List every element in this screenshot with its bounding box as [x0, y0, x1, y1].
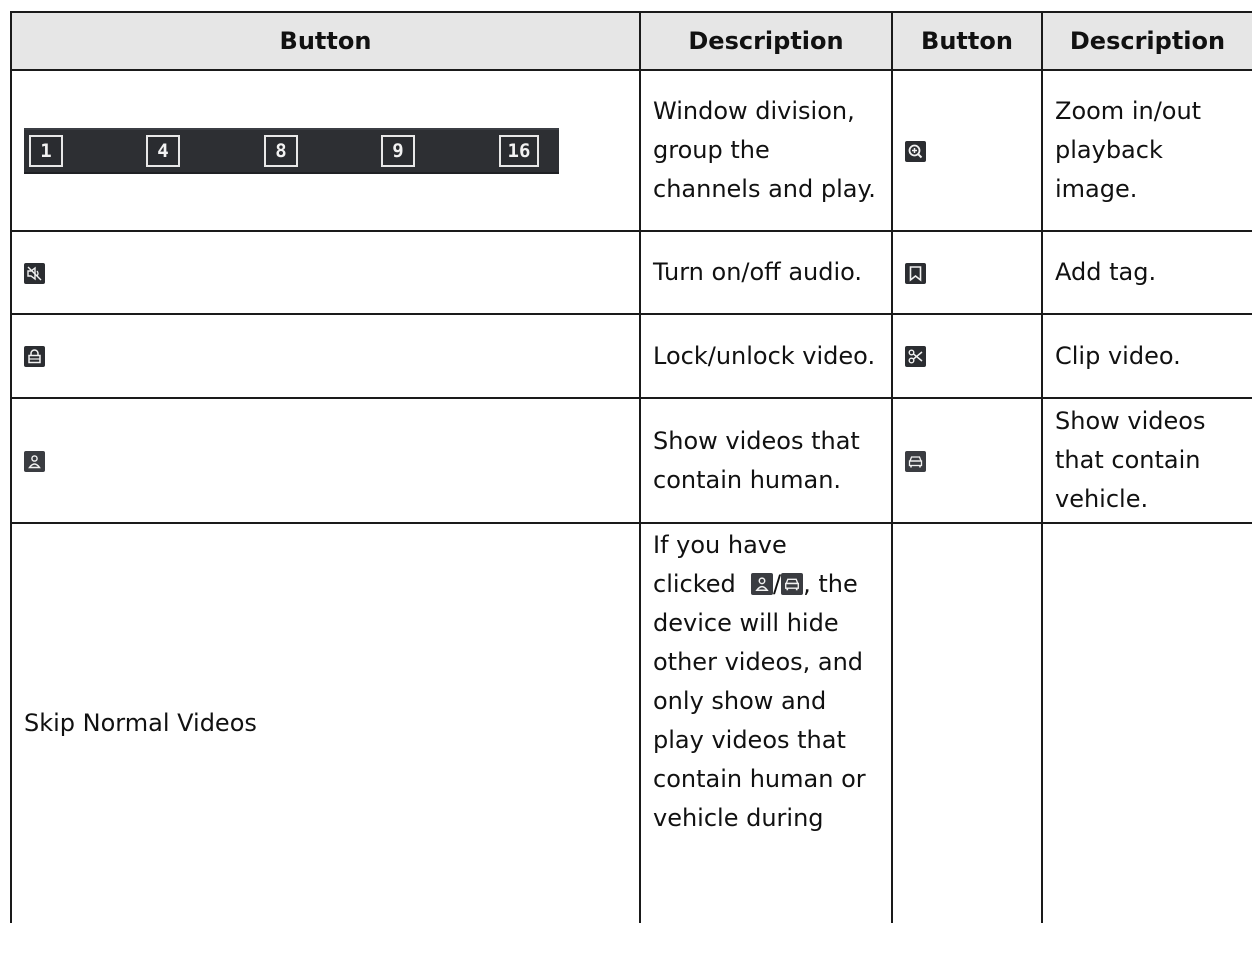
- tag-button-cell: [891, 230, 1043, 315]
- clip-button-cell: [891, 313, 1043, 399]
- description-cell: Show videos that contain human.: [639, 397, 893, 524]
- tag-icon[interactable]: [905, 262, 926, 284]
- header-button-1: Button: [10, 11, 641, 71]
- audio-mute-icon[interactable]: [24, 262, 45, 284]
- header-button-2: Button: [891, 11, 1043, 71]
- zoom-button-cell: [891, 69, 1043, 232]
- description-cell: Turn on/off audio.: [639, 230, 893, 315]
- icon-separator: /: [773, 570, 782, 598]
- table-row: Turn on/off audio. Add tag.: [10, 230, 1252, 315]
- vehicle-icon: [781, 573, 804, 595]
- description-cell: Clip video.: [1041, 313, 1252, 399]
- zoom-in-icon[interactable]: [905, 140, 926, 162]
- description-cell: Zoom in/out playback image.: [1041, 69, 1252, 232]
- audio-button-cell: [10, 230, 641, 315]
- human-icon[interactable]: [24, 450, 45, 472]
- description-cell: If you have clicked / , the device will …: [639, 522, 893, 923]
- vehicle-button-cell: [891, 397, 1043, 524]
- scissors-icon[interactable]: [905, 346, 926, 367]
- empty-description-cell: [1041, 522, 1252, 923]
- description-cell: Add tag.: [1041, 230, 1252, 315]
- division-8-button[interactable]: 8: [264, 134, 298, 167]
- division-4-button[interactable]: 4: [146, 134, 180, 167]
- division-1-button[interactable]: 1: [29, 134, 63, 167]
- division-16-button[interactable]: 16: [499, 134, 539, 167]
- skip-normal-videos-label: Skip Normal Videos: [10, 522, 641, 923]
- empty-button-cell: [891, 522, 1043, 923]
- description-text-after: , the device will hide other videos, and…: [653, 570, 866, 832]
- table-row: Lock/unlock video. Clip video.: [10, 313, 1252, 399]
- window-division-buttons: 1 4 8 9 16: [24, 127, 559, 174]
- vehicle-icon[interactable]: [905, 450, 926, 472]
- lock-button-cell: [10, 313, 641, 399]
- human-button-cell: [10, 397, 641, 524]
- button-description-table: Button Description Button Description 1 …: [10, 11, 1252, 923]
- table-header-row: Button Description Button Description: [10, 11, 1252, 71]
- table-row: Skip Normal Videos If you have clicked /: [10, 522, 1252, 923]
- table-row: 1 4 8 9 16 Window division, group the ch…: [10, 69, 1252, 232]
- description-cell: Show videos that contain vehicle.: [1041, 397, 1252, 524]
- human-icon: [751, 573, 774, 595]
- description-cell: Lock/unlock video.: [639, 313, 893, 399]
- division-9-button[interactable]: 9: [381, 134, 415, 167]
- table-row: Show videos that contain human. Show vid…: [10, 397, 1252, 524]
- description-cell: Window division, group the channels and …: [639, 69, 893, 232]
- header-description-2: Description: [1041, 11, 1252, 71]
- header-description-1: Description: [639, 11, 893, 71]
- window-division-cell: 1 4 8 9 16: [10, 69, 641, 232]
- lock-icon[interactable]: [24, 346, 45, 367]
